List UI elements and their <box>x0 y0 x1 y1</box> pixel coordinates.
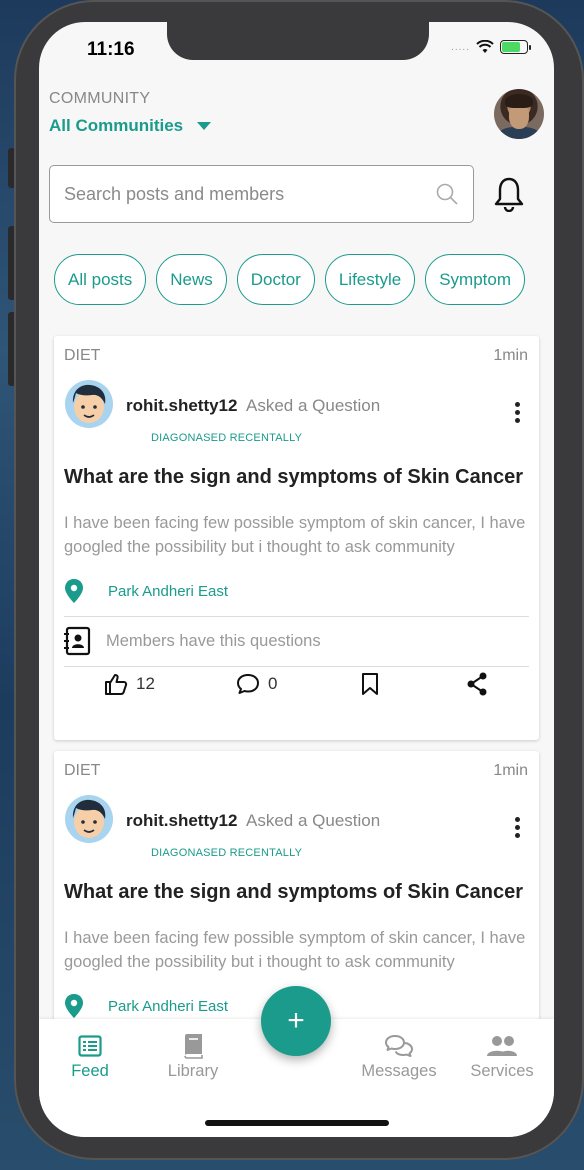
post-title[interactable]: What are the sign and symptoms of Skin C… <box>64 466 523 489</box>
location-text: Park Andheri East <box>108 997 229 1015</box>
location-text: Park Andheri East <box>108 582 229 600</box>
like-button[interactable]: 12 <box>104 672 155 696</box>
post-location: Park Andheri East <box>64 993 228 1019</box>
chat-icon <box>385 1035 413 1057</box>
post-location: Park Andheri East <box>64 578 228 604</box>
post-tag: DIAGONASED RECENTALLY <box>151 432 303 444</box>
bell-icon[interactable] <box>493 176 525 212</box>
bookmark-button[interactable] <box>361 672 379 696</box>
home-indicator <box>205 1120 389 1126</box>
tab-library[interactable]: Library <box>148 1033 238 1081</box>
post-category: DIET <box>64 762 101 779</box>
post-username[interactable]: rohit.shetty12 <box>126 811 237 831</box>
location-pin-icon <box>65 994 83 1018</box>
search-box[interactable] <box>49 165 474 223</box>
screen: 11:16 ..... COMMUNITY All Communities Al… <box>39 22 554 1137</box>
add-post-button[interactable]: + <box>261 986 331 1056</box>
post-action: Asked a Question <box>246 811 381 830</box>
more-options-icon[interactable] <box>515 402 521 426</box>
post-time: 1min <box>493 762 528 779</box>
search-icon[interactable] <box>435 182 459 206</box>
post-body: I have been facing few possible symptom … <box>64 514 526 556</box>
tab-label: Feed <box>71 1062 109 1080</box>
battery-icon <box>500 40 531 54</box>
tab-feed[interactable]: Feed <box>45 1033 135 1081</box>
tab-messages[interactable]: Messages <box>354 1033 444 1081</box>
bookmark-icon <box>362 673 378 695</box>
post-body: I have been facing few possible symptom … <box>64 929 526 971</box>
community-value: All Communities <box>49 116 184 135</box>
chip-news[interactable]: News <box>156 254 227 305</box>
post-title[interactable]: What are the sign and symptoms of Skin C… <box>64 881 523 904</box>
members-row[interactable]: Members have this questions <box>64 626 321 656</box>
comment-count: 0 <box>268 674 278 693</box>
post-username[interactable]: rohit.shetty12 <box>126 396 237 416</box>
tab-label: Services <box>470 1062 534 1080</box>
share-button[interactable] <box>466 672 488 696</box>
divider <box>64 666 529 667</box>
like-count: 12 <box>136 674 155 693</box>
chip-doctor[interactable]: Doctor <box>236 254 315 305</box>
post-category: DIET <box>64 347 101 364</box>
contacts-icon <box>64 626 91 656</box>
more-options-icon[interactable] <box>515 817 521 841</box>
people-icon <box>487 1036 517 1056</box>
user-avatar-icon[interactable] <box>64 379 114 429</box>
tab-label: Messages <box>361 1062 437 1080</box>
search-input[interactable] <box>64 183 435 205</box>
comment-icon <box>237 674 259 694</box>
feed-icon <box>78 1035 102 1057</box>
chip-symptom[interactable]: Symptom <box>425 254 526 305</box>
community-label: COMMUNITY <box>49 90 151 107</box>
tab-services[interactable]: Services <box>457 1033 547 1081</box>
post-time: 1min <box>493 347 528 364</box>
avatar[interactable] <box>494 89 544 139</box>
signal-icon: ..... <box>451 41 470 53</box>
user-avatar-icon[interactable] <box>64 794 114 844</box>
status-time: 11:16 <box>87 39 135 60</box>
comment-button[interactable]: 0 <box>236 673 277 695</box>
share-icon <box>467 672 487 696</box>
book-icon <box>184 1034 203 1059</box>
divider <box>64 616 529 617</box>
community-dropdown[interactable]: All Communities <box>49 116 212 136</box>
post-card[interactable]: DIET 1min rohit.shetty12 Asked a Questio… <box>54 336 539 740</box>
notch <box>167 22 429 60</box>
chip-lifestyle[interactable]: Lifestyle <box>324 254 416 305</box>
chip-all-posts[interactable]: All posts <box>54 254 147 305</box>
location-pin-icon <box>65 579 83 603</box>
wifi-icon <box>476 40 494 53</box>
members-text: Members have this questions <box>106 631 321 650</box>
post-action: Asked a Question <box>246 396 381 415</box>
caret-down-icon <box>197 122 212 130</box>
filter-chips: All posts News Doctor Lifestyle Symptom <box>54 254 526 305</box>
tab-label: Library <box>167 1062 219 1080</box>
post-tag: DIAGONASED RECENTALLY <box>151 847 303 859</box>
thumbs-up-icon <box>105 674 128 695</box>
status-icons: ..... <box>451 40 531 54</box>
